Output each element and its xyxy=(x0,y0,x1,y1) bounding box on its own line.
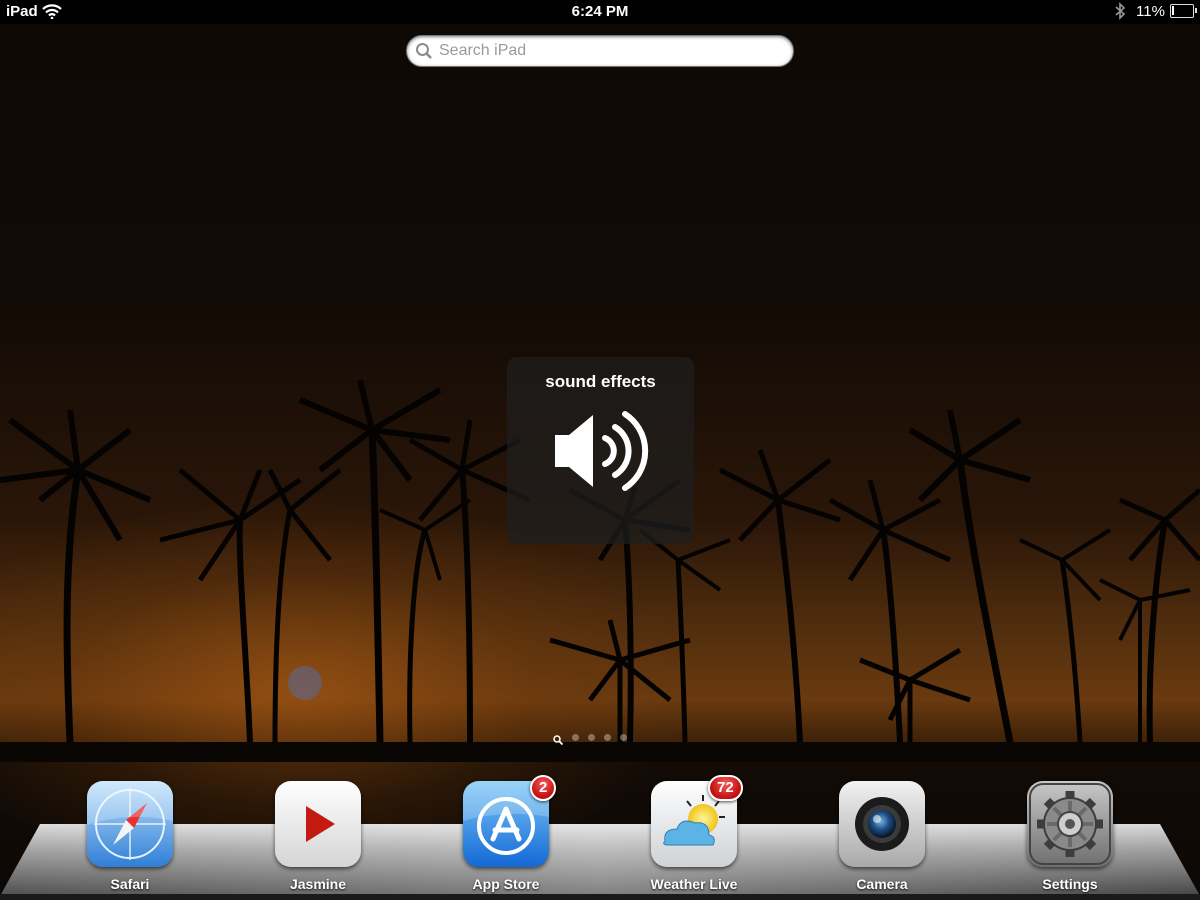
dock-app-safari[interactable]: Safari xyxy=(65,781,195,896)
speaker-icon xyxy=(553,405,649,502)
app-label: Camera xyxy=(856,876,908,892)
app-label: Safari xyxy=(110,876,150,892)
bluetooth-icon xyxy=(1114,2,1126,24)
dock-app-camera[interactable]: Camera xyxy=(817,781,947,896)
sound-effects-hud: sound effects xyxy=(507,357,694,544)
search-icon xyxy=(415,42,433,60)
search-page-icon[interactable] xyxy=(553,732,564,746)
dock-app-jasmine[interactable]: Jasmine xyxy=(253,781,383,896)
app-label: Weather Live xyxy=(650,876,738,892)
notification-badge: 72 xyxy=(708,775,743,801)
jasmine-icon[interactable] xyxy=(275,781,361,867)
status-time: 6:24 PM xyxy=(571,3,629,20)
page-dot[interactable] xyxy=(604,733,611,741)
page-dot[interactable] xyxy=(620,733,627,741)
status-bar: iPad 6:24 PM 11% xyxy=(0,0,1200,24)
page-dot[interactable] xyxy=(588,733,595,741)
dock-app-weather-live[interactable]: 72 Weather Live xyxy=(629,775,759,896)
app-label: Settings xyxy=(1042,876,1098,892)
battery-fill xyxy=(1172,6,1174,15)
page-dot[interactable] xyxy=(572,733,579,741)
camera-icon[interactable] xyxy=(839,781,925,867)
dock-app-app-store[interactable]: 2 App Store xyxy=(441,775,571,896)
hud-title: sound effects xyxy=(545,372,656,391)
notification-badge: 2 xyxy=(530,775,557,801)
battery-icon xyxy=(1170,4,1197,18)
page-indicator[interactable] xyxy=(553,731,627,746)
battery-percent: 11% xyxy=(1136,3,1165,20)
safari-icon[interactable] xyxy=(87,781,173,867)
dock-app-settings[interactable]: Settings xyxy=(1005,781,1135,896)
search-input[interactable] xyxy=(406,35,794,67)
app-label: Jasmine xyxy=(289,876,347,892)
settings-icon[interactable] xyxy=(1027,781,1113,867)
app-label: App Store xyxy=(472,876,540,892)
